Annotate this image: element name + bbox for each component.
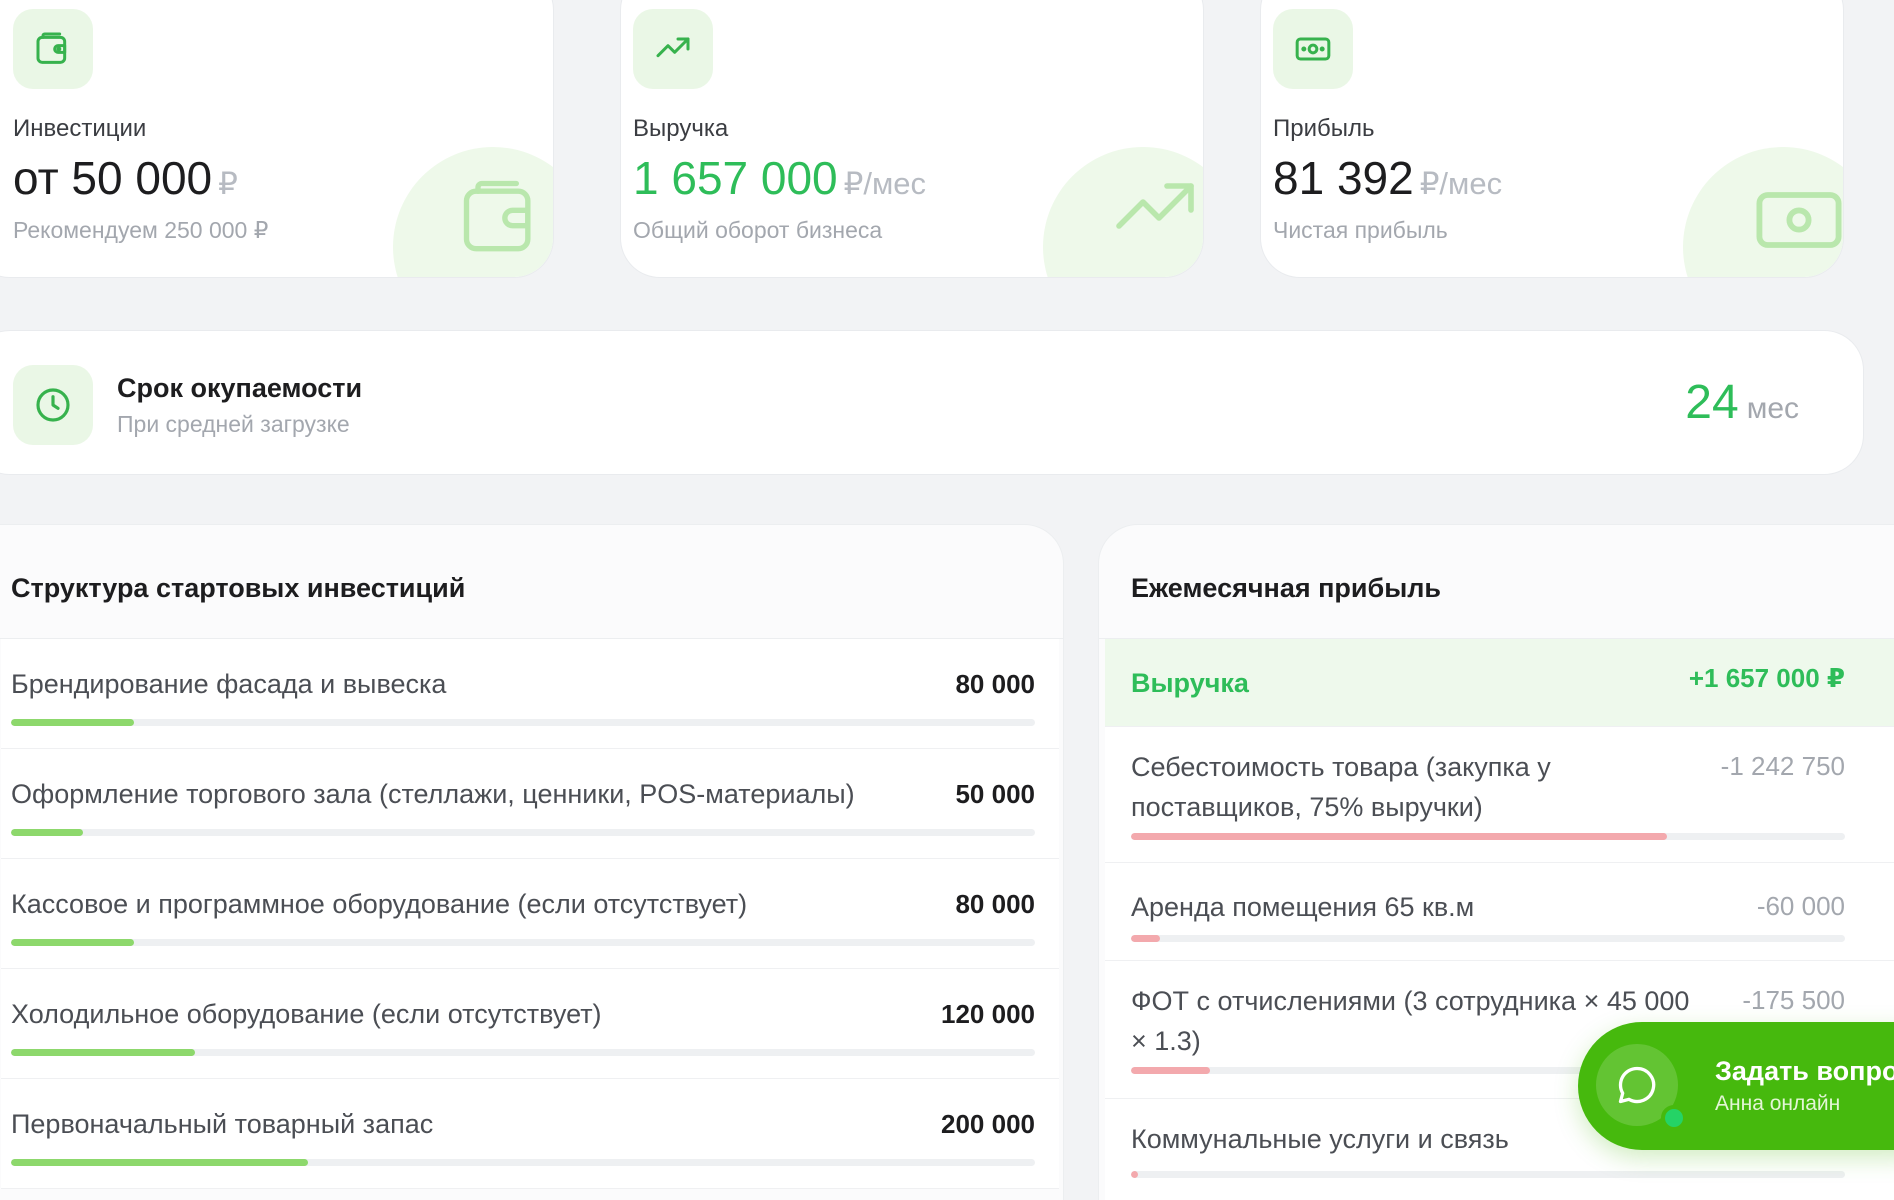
payback-title: Срок окупаемости: [117, 373, 363, 403]
wallet-icon: [13, 9, 93, 89]
investment-item-name: Холодильное оборудование (если отсутству…: [11, 999, 602, 1029]
chat-title: Задать вопрос: [1715, 1056, 1894, 1086]
investment-bar-fill: [11, 829, 83, 836]
payback-unit: мес: [1746, 392, 1799, 425]
expense-bar-fill: [1131, 1171, 1139, 1178]
investment-structure-panel: Структура стартовых инвестиций Брендиров…: [0, 524, 1064, 1200]
payback-card: Срок окупаемости При средней загрузке 24…: [0, 330, 1864, 475]
revenue-row: Выручка +1 657 000 ₽: [1105, 639, 1894, 727]
investment-row: Кассовое и программное оборудование (есл…: [1, 859, 1059, 969]
investment-bar-fill: [11, 1049, 196, 1056]
investment-bar-fill: [11, 719, 134, 726]
investment-item-name: Брендирование фасада и вывеска: [11, 669, 447, 699]
expense-item-amount: -1 242 750: [1720, 751, 1845, 781]
expense-bar-track: [1131, 1171, 1845, 1178]
trending-up-icon: [633, 9, 713, 89]
investment-bar-track: [11, 719, 1035, 726]
payback-subtitle: При средней загрузке: [117, 411, 350, 437]
banknote-decor-icon: [1749, 170, 1843, 275]
investment-row: Первоначальный товарный запас 200 000: [1, 1079, 1059, 1189]
expense-row: Аренда помещения 65 кв.м -60 000: [1105, 863, 1894, 961]
page: Инвестиции от 50 000 ₽ Рекомендуем 250 00…: [0, 0, 1894, 1200]
ask-question-button[interactable]: Задать вопрос Анна онлайн: [1578, 1022, 1894, 1150]
revenue-value: 1 657 000: [633, 152, 838, 204]
investments-label: Инвестиции: [13, 115, 147, 142]
profit-label: Прибыль: [1273, 115, 1375, 142]
investment-item-name: Кассовое и программное оборудование (есл…: [11, 889, 748, 919]
monthly-profit-title: Ежемесячная прибыль: [1131, 573, 1441, 603]
wallet-decor-icon: [455, 172, 547, 269]
investment-bar-track: [11, 1049, 1035, 1056]
investment-structure-title: Структура стартовых инвестиций: [11, 573, 466, 603]
investment-item-amount: 80 000: [955, 669, 1035, 699]
expense-bar-fill: [1131, 833, 1667, 840]
expense-item-amount: -60 000: [1756, 891, 1845, 921]
investment-item-name: Оформление торгового зала (стеллажи, цен…: [11, 779, 855, 809]
investment-item-amount: 80 000: [955, 889, 1035, 919]
revenue-row-amount: +1 657 000 ₽: [1688, 663, 1845, 693]
investment-bar-track: [11, 939, 1035, 946]
banknote-icon: [1273, 9, 1353, 89]
revenue-label: Выручка: [633, 115, 729, 142]
investment-item-amount: 50 000: [955, 779, 1035, 809]
profit-value: 81 392: [1273, 152, 1414, 204]
online-status-dot: [1661, 1105, 1687, 1131]
expense-item-amount: -175 500: [1742, 985, 1845, 1015]
investment-item-amount: 200 000: [941, 1109, 1035, 1139]
investment-item-name: Первоначальный товарный запас: [11, 1109, 434, 1139]
expense-item-name: Себестоимость товара (закупка у поставщи…: [1131, 752, 1551, 822]
profit-unit: ₽/мес: [1419, 166, 1503, 201]
expense-bar-fill: [1131, 935, 1160, 942]
investment-row: Холодильное оборудование (если отсутству…: [1, 969, 1059, 1079]
expense-bar-fill: [1131, 1067, 1210, 1074]
profit-sub: Чистая прибыль: [1273, 217, 1448, 243]
revenue-unit: ₽/мес: [843, 166, 927, 201]
investment-bar-track: [11, 1159, 1035, 1166]
investment-item-amount: 120 000: [941, 999, 1035, 1029]
investment-row: Оформление торгового зала (стеллажи, цен…: [1, 749, 1059, 859]
expense-item-name: Аренда помещения 65 кв.м: [1131, 892, 1475, 922]
investment-row: Брендирование фасада и вывеска 80 000: [1, 639, 1059, 749]
investment-bar-track: [11, 829, 1035, 836]
clock-icon: [13, 365, 93, 445]
trending-up-decor-icon: [1107, 162, 1203, 263]
investments-card: Инвестиции от 50 000 ₽ Рекомендуем 250 00…: [0, 0, 554, 278]
investments-value: от 50 000: [13, 152, 213, 204]
expense-bar-track: [1131, 935, 1845, 942]
chat-subtitle: Анна онлайн: [1715, 1092, 1841, 1115]
investments-sub: Рекомендуем 250 000 ₽: [13, 217, 269, 243]
investment-bar-fill: [11, 1159, 308, 1166]
revenue-card: Выручка 1 657 000 ₽/мес Общий оборот бизн…: [620, 0, 1204, 278]
expense-bar-track: [1131, 833, 1845, 840]
investments-unit: ₽: [218, 166, 238, 201]
investment-bar-fill: [11, 939, 134, 946]
revenue-sub: Общий оборот бизнеса: [633, 217, 883, 243]
expense-row: Себестоимость товара (закупка у поставщи…: [1105, 727, 1894, 863]
revenue-row-label: Выручка: [1131, 668, 1249, 698]
profit-card: Прибыль 81 392 ₽/мес Чистая прибыль: [1260, 0, 1844, 278]
payback-value: 24: [1685, 376, 1739, 429]
